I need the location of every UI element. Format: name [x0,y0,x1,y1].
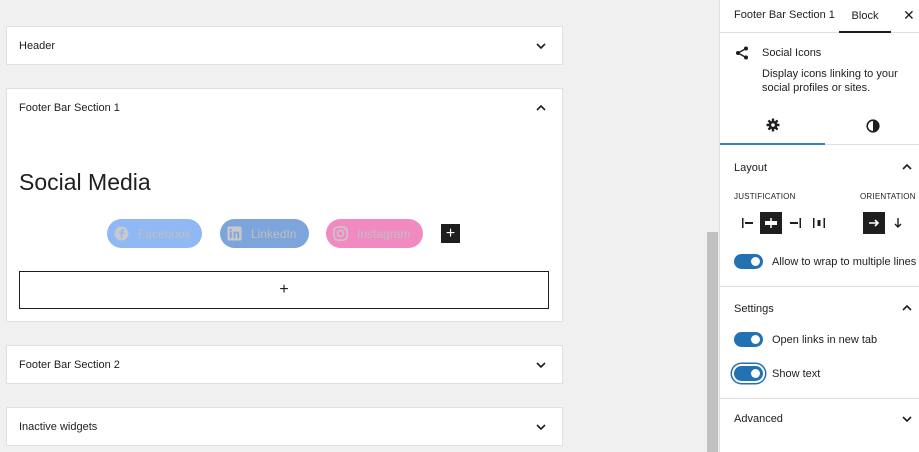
justify-space-between-button[interactable] [808,212,830,234]
close-icon[interactable]: ✕ [903,7,915,24]
layout-panel: Layout JUSTIFICATION ORIENTATION Allow t… [720,146,919,287]
social-link-facebook[interactable]: Facebook [107,219,202,248]
widget-area-title: Inactive widgets [19,421,98,433]
chevron-up-icon[interactable] [534,101,548,115]
add-social-icon-button[interactable]: + [441,224,460,243]
chevron-up-icon[interactable] [900,301,914,315]
new-tab-toggle-row[interactable]: Open links in new tab [734,332,877,347]
show-text-toggle-row[interactable]: Show text [734,366,820,381]
wrap-toggle-row[interactable]: Allow to wrap to multiple lines [734,254,916,269]
widget-area-inactive[interactable]: Inactive widgets [6,407,563,446]
wrap-toggle-label: Allow to wrap to multiple lines [772,255,917,268]
advanced-panel-toggle[interactable]: Advanced [734,413,783,425]
orientation-horizontal-button[interactable] [863,212,885,234]
chevron-up-icon[interactable] [900,160,914,174]
tab-block[interactable]: Block [839,0,891,33]
share-icon [735,46,749,60]
chevron-down-icon[interactable] [534,358,548,372]
heading-block[interactable]: Social Media [19,169,151,196]
justification-label: JUSTIFICATION [734,192,796,201]
settings-panel-toggle[interactable]: Settings [734,303,774,315]
widget-area-title: Footer Bar Section 2 [19,359,120,371]
new-tab-toggle-label: Open links in new tab [772,333,878,346]
tab-widget-area[interactable]: Footer Bar Section 1 [734,9,835,21]
justify-right-button[interactable] [784,212,806,234]
layout-panel-toggle[interactable]: Layout [734,162,767,174]
settings-tab[interactable] [720,112,825,145]
social-link-label: Facebook [138,226,191,241]
social-link-linkedin[interactable]: LinkedIn [220,219,309,248]
contrast-icon [865,119,880,138]
orientation-vertical-button[interactable] [887,212,909,234]
chevron-down-icon[interactable] [534,420,548,434]
chevron-down-icon[interactable] [534,39,548,53]
wrap-toggle[interactable] [734,254,763,269]
sidebar-tabs: Footer Bar Section 1 Block ✕ [720,0,919,33]
show-text-toggle-label: Show text [772,367,821,380]
new-tab-toggle[interactable] [734,332,763,347]
instagram-icon [333,226,348,241]
canvas-scrollbar-thumb[interactable] [707,232,718,452]
settings-panel: Settings Open links in new tab Show text [720,287,919,399]
widget-area-footer-bar-section-1[interactable]: Footer Bar Section 1 Social Media Facebo… [6,88,563,322]
block-name: Social Icons [762,47,822,59]
justify-left-button[interactable] [737,212,759,234]
social-link-instagram[interactable]: Instagram [326,219,423,248]
settings-sidebar: Footer Bar Section 1 Block ✕ Social Icon… [719,0,919,452]
linkedin-icon [227,226,242,241]
widget-area-title: Footer Bar Section 1 [19,102,120,114]
widget-area-header[interactable]: Header [6,26,563,65]
block-description: Display icons linking to your social pro… [762,68,898,94]
advanced-panel: Advanced [720,399,919,441]
facebook-icon [114,226,129,241]
block-card: Social Icons Display icons linking to yo… [720,33,919,145]
show-text-toggle[interactable] [734,366,763,381]
justify-center-button[interactable] [760,212,782,234]
social-link-label: LinkedIn [251,226,297,241]
social-link-label: Instagram [357,226,411,241]
orientation-label: ORIENTATION [860,192,916,201]
widget-canvas: Header Footer Bar Section 1 Social Media… [0,0,706,452]
gear-icon [766,118,780,137]
chevron-down-icon[interactable] [900,412,914,426]
styles-tab[interactable] [825,112,919,145]
widget-area-footer-bar-section-2[interactable]: Footer Bar Section 2 [6,345,563,384]
widget-area-title: Header [19,40,56,52]
add-block-button[interactable]: + [19,271,549,309]
